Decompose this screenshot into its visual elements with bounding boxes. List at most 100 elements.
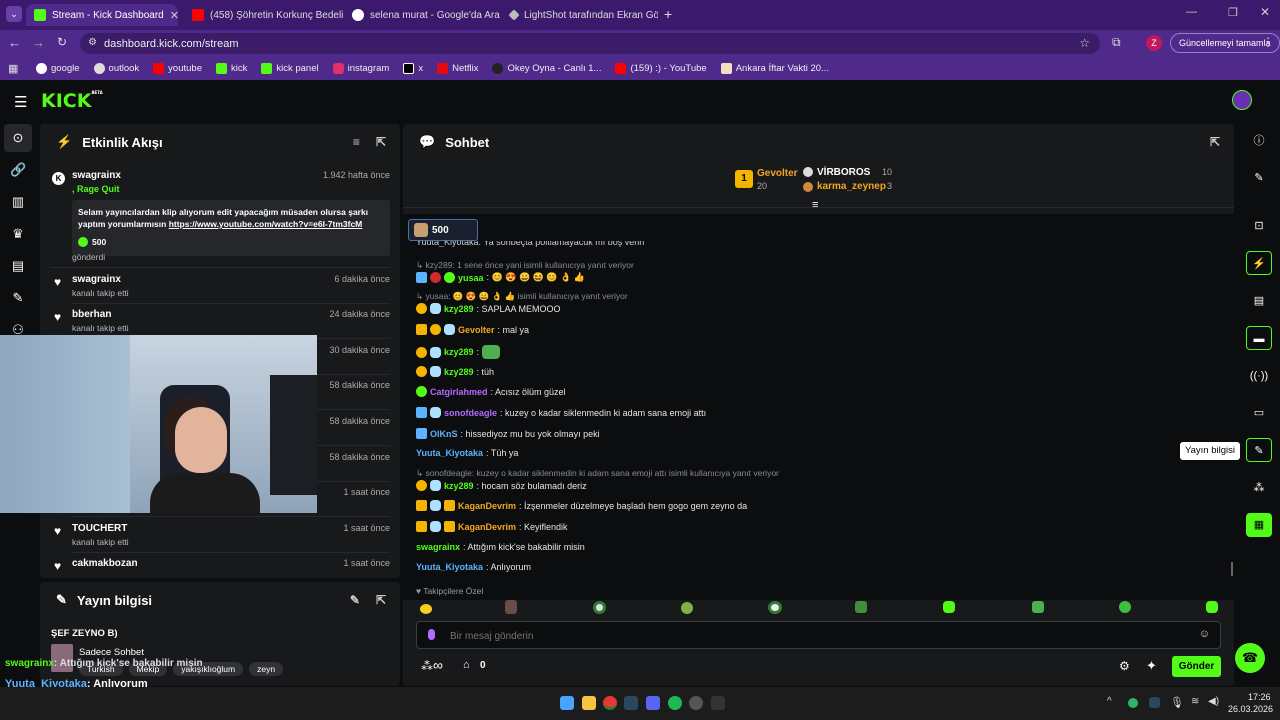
wrench-icon[interactable]: ✎: [1246, 438, 1272, 462]
group-icon[interactable]: ⁂: [1246, 476, 1272, 500]
reload-icon[interactable]: ↻: [57, 35, 67, 49]
emote-icon[interactable]: [681, 602, 693, 614]
chat-username[interactable]: KaganDevrim: [458, 501, 516, 511]
bookmark-okey[interactable]: Okey Oyna - Canlı 1...: [492, 62, 601, 74]
popout-icon[interactable]: ⇱: [1210, 135, 1220, 149]
emote-icon[interactable]: [768, 601, 782, 614]
send-button[interactable]: Gönder: [1172, 656, 1221, 677]
bookmark-x[interactable]: x: [403, 62, 423, 74]
url-input[interactable]: ⚙ dashboard.kick.com/stream ☆: [80, 33, 1100, 54]
minimize-window-icon[interactable]: —: [1186, 6, 1197, 18]
bookmark-google[interactable]: google: [36, 62, 80, 74]
clock-time[interactable]: 17:26: [1248, 692, 1271, 702]
bookmark-youtube-2[interactable]: (159) :) - YouTube: [615, 62, 707, 74]
site-info-icon[interactable]: ⚙: [88, 37, 97, 48]
trophy-icon[interactable]: ♛: [10, 226, 26, 242]
featured-user[interactable]: swagrainx: [72, 170, 121, 181]
scan-icon[interactable]: ⊡: [1246, 214, 1272, 238]
forward-icon[interactable]: →: [32, 35, 45, 50]
chat-username[interactable]: kzy289: [444, 481, 474, 491]
chat-username[interactable]: kzy289: [444, 347, 474, 357]
tab-kick-dashboard[interactable]: Stream - Kick Dashboard ✕: [26, 4, 178, 26]
back-icon[interactable]: ←: [8, 35, 21, 50]
bookmark-star-icon[interactable]: ☆: [1079, 36, 1090, 50]
steam-icon[interactable]: [624, 696, 638, 710]
chat-username[interactable]: Catgirlahmed: [430, 387, 488, 397]
broadcast-icon[interactable]: ⊙: [10, 130, 26, 146]
info-icon[interactable]: ⓘ: [1246, 129, 1272, 153]
tag-chip[interactable]: zeyn: [249, 662, 284, 676]
wifi-icon[interactable]: ≋: [1191, 696, 1199, 707]
bookmark-instagram[interactable]: instagram: [332, 62, 389, 74]
leaderboard-user[interactable]: VİRBOROS: [817, 167, 870, 178]
obs-icon[interactable]: [689, 696, 703, 710]
edit-pencil-icon[interactable]: ✎: [350, 593, 360, 607]
user-avatar[interactable]: [1232, 90, 1252, 110]
stream-category[interactable]: Sadece Sohbet: [79, 647, 144, 658]
chat-username[interactable]: sonofdeagle: [444, 408, 497, 418]
support-chat-button[interactable]: ☎: [1235, 643, 1265, 673]
discord-icon[interactable]: [646, 696, 660, 710]
edit-icon[interactable]: ✎: [1246, 166, 1272, 190]
new-tab-button[interactable]: +: [664, 6, 672, 22]
chat-username[interactable]: yusaa: [458, 273, 484, 283]
wrench-icon[interactable]: ✎: [10, 290, 26, 306]
chat-filter-icon[interactable]: ≡: [812, 199, 818, 211]
chat-settings-icon[interactable]: ⚙: [1119, 659, 1130, 673]
tab-search-button[interactable]: ⌄: [6, 6, 22, 22]
maximize-window-icon[interactable]: ❐: [1228, 6, 1238, 19]
chat-message-input[interactable]: [450, 627, 1170, 645]
mic-icon[interactable]: 🎙: [1170, 696, 1184, 709]
link-icon[interactable]: 🔗: [10, 162, 26, 178]
chrome-icon[interactable]: [603, 696, 617, 710]
chat-username[interactable]: Yuuta_Kiyotaka: [416, 562, 483, 572]
chat-username[interactable]: swagrainx: [416, 542, 460, 552]
emote-icon[interactable]: [505, 600, 517, 614]
bookmark-outlook[interactable]: outlook: [93, 62, 139, 74]
lightning-icon[interactable]: ⚡: [1246, 251, 1272, 275]
media-icon[interactable]: ▤: [10, 258, 26, 274]
bookmark-ankara[interactable]: Ankara İftar Vakti 20...: [720, 62, 829, 74]
emote-icon[interactable]: [855, 601, 867, 613]
emote-icon[interactable]: [1032, 601, 1044, 613]
apps-grid-icon[interactable]: ▦: [8, 62, 18, 75]
file-explorer-icon[interactable]: [582, 696, 596, 710]
tab-youtube[interactable]: (458) Şöhretin Korkunç Bedeli: ✕: [184, 4, 344, 26]
start-icon[interactable]: [560, 696, 574, 710]
popout-icon[interactable]: ⇱: [376, 135, 386, 149]
green-app-icon[interactable]: ▦: [1246, 513, 1272, 537]
chat-input-box[interactable]: ☺: [416, 621, 1221, 649]
profile-avatar[interactable]: Z: [1146, 35, 1162, 51]
app-icon[interactable]: [711, 696, 725, 710]
kick-logo[interactable]: KICKBETA: [41, 90, 103, 112]
emote-icon[interactable]: [1206, 601, 1218, 613]
quick-emote-icon[interactable]: ✦: [1146, 658, 1157, 674]
chat-bubble-icon[interactable]: ▬: [1246, 326, 1272, 350]
chat-username[interactable]: Yuuta_Kiyotaka: [416, 448, 483, 458]
leaderboard-user[interactable]: Gevolter: [757, 168, 798, 179]
bookmark-netflix[interactable]: Netflix: [437, 62, 478, 74]
monitor-icon[interactable]: ▭: [1246, 401, 1272, 425]
broadcast-icon[interactable]: ((·)): [1246, 364, 1272, 388]
tab-google[interactable]: selena murat - Google'da Ara ✕: [344, 4, 500, 26]
chat-username[interactable]: OlKnS: [430, 429, 458, 439]
pinned-gift-chip[interactable]: 500: [408, 219, 478, 241]
spotify-icon[interactable]: [668, 696, 682, 710]
popout-icon[interactable]: ⇱: [376, 593, 386, 607]
analytics-icon[interactable]: ▥: [10, 194, 26, 210]
browser-menu-icon[interactable]: ⋮: [1262, 35, 1274, 49]
channel-points-icon[interactable]: ⁂: [421, 659, 433, 673]
emote-icon[interactable]: [943, 601, 955, 613]
webcam-preview[interactable]: [0, 335, 317, 513]
bookmark-kick-panel[interactable]: kick panel: [261, 62, 319, 74]
clock-date[interactable]: 26.03.2026: [1228, 704, 1273, 714]
chat-username[interactable]: KaganDevrim: [458, 522, 516, 532]
filter-icon[interactable]: ≡: [353, 135, 360, 149]
close-window-icon[interactable]: ✕: [1260, 5, 1270, 19]
chat-username[interactable]: kzy289: [444, 304, 474, 314]
feed-user[interactable]: TOUCHERT: [72, 523, 390, 534]
hamburger-menu-icon[interactable]: ☰: [14, 93, 27, 111]
tab-lightshot[interactable]: LightShot tarafından Ekran Gör ✕: [502, 4, 658, 26]
chat-username[interactable]: Gevolter: [458, 325, 495, 335]
mic-icon[interactable]: [428, 629, 435, 640]
